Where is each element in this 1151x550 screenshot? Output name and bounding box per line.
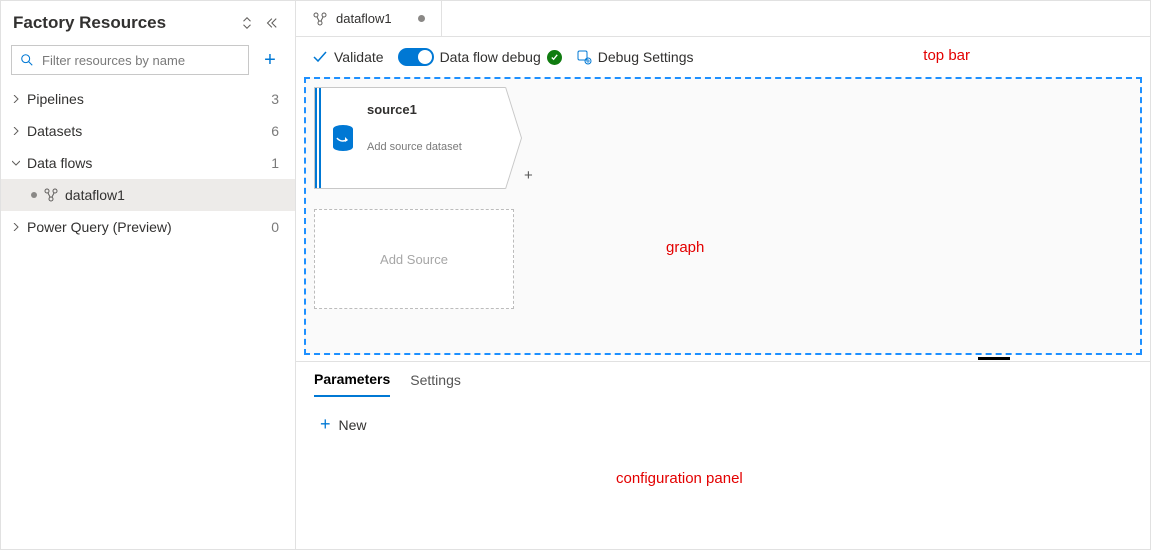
filter-box[interactable] — [11, 45, 249, 75]
new-label: New — [339, 417, 367, 433]
chevron-right-icon — [11, 222, 21, 232]
check-icon — [312, 49, 328, 65]
chevron-right-icon — [11, 94, 21, 104]
sidebar-header: Factory Resources — [1, 1, 295, 41]
dirty-dot-icon — [31, 192, 37, 198]
resource-tree: Pipelines 3 Datasets 6 Data flows 1 data… — [1, 83, 295, 243]
graph-region[interactable]: source1 Add source dataset + Add Source … — [304, 77, 1142, 355]
tree-section-powerquery[interactable]: Power Query (Preview) 0 — [1, 211, 295, 243]
editor-tab-dataflow1[interactable]: dataflow1 — [296, 1, 442, 36]
chevron-right-icon — [11, 126, 21, 136]
annotation-config-panel: configuration panel — [616, 470, 743, 487]
section-label: Datasets — [27, 123, 265, 139]
dataflow-icon — [312, 11, 328, 27]
section-count: 1 — [271, 155, 279, 171]
drag-grip-icon[interactable] — [315, 88, 323, 188]
config-tab-settings[interactable]: Settings — [410, 364, 461, 396]
tree-section-datasets[interactable]: Datasets 6 — [1, 115, 295, 147]
status-ok-icon — [547, 50, 562, 65]
dataflow-icon — [43, 187, 59, 203]
chevron-down-icon — [11, 158, 21, 168]
search-icon — [20, 53, 34, 67]
toolbar: Validate Data flow debug Debug Settings … — [296, 37, 1150, 77]
sort-icon[interactable] — [235, 11, 259, 35]
config-tab-label: Settings — [410, 372, 461, 388]
debug-settings-label: Debug Settings — [598, 49, 694, 65]
dirty-dot-icon — [418, 15, 425, 22]
tree-section-dataflows[interactable]: Data flows 1 — [1, 147, 295, 179]
canvas: source1 Add source dataset + Add Source … — [296, 77, 1150, 549]
database-icon — [323, 88, 363, 188]
main: dataflow1 Validate Data flow debug Debug… — [296, 1, 1150, 549]
validate-button[interactable]: Validate — [312, 49, 384, 65]
collapse-sidebar-icon[interactable] — [259, 11, 283, 35]
editor-tabbar: dataflow1 — [296, 1, 1150, 37]
toggle-on-icon — [398, 48, 434, 66]
debug-label: Data flow debug — [440, 49, 541, 65]
source-node[interactable]: source1 Add source dataset — [314, 87, 506, 189]
add-step-button[interactable]: + — [524, 167, 533, 184]
annotation-graph: graph — [666, 239, 704, 256]
filter-row: + — [1, 41, 295, 83]
node-arrow-icon — [505, 87, 521, 189]
add-source-placeholder[interactable]: Add Source — [314, 209, 514, 309]
plus-icon: + — [320, 414, 331, 435]
source-node-subtitle: Add source dataset — [367, 141, 497, 153]
config-tabs: Parameters Settings — [308, 362, 1138, 398]
configuration-panel: Parameters Settings + New configuration … — [296, 361, 1150, 549]
source-node-title: source1 — [367, 102, 497, 117]
tree-item-label: dataflow1 — [65, 187, 279, 203]
section-count: 3 — [271, 91, 279, 107]
section-label: Pipelines — [27, 91, 265, 107]
config-tab-label: Parameters — [314, 371, 390, 387]
dataflow-debug-toggle[interactable]: Data flow debug — [398, 48, 562, 66]
config-tab-parameters[interactable]: Parameters — [314, 363, 390, 397]
source-node-body: source1 Add source dataset — [363, 88, 505, 188]
section-label: Data flows — [27, 155, 265, 171]
tree-section-pipelines[interactable]: Pipelines 3 — [1, 83, 295, 115]
tab-label: dataflow1 — [336, 11, 392, 26]
add-source-label: Add Source — [380, 252, 448, 267]
filter-input[interactable] — [40, 52, 240, 69]
settings-icon — [576, 49, 592, 65]
annotation-top-bar: top bar — [923, 47, 970, 64]
validate-label: Validate — [334, 49, 384, 65]
sidebar: Factory Resources + Pipelines 3 — [1, 1, 296, 549]
tree-item-dataflow1[interactable]: dataflow1 — [1, 179, 295, 211]
new-parameter-button[interactable]: + New — [320, 414, 367, 435]
add-resource-button[interactable]: + — [255, 45, 285, 75]
sidebar-title: Factory Resources — [13, 13, 235, 33]
section-label: Power Query (Preview) — [27, 219, 265, 235]
debug-settings-button[interactable]: Debug Settings — [576, 49, 694, 65]
section-count: 0 — [271, 219, 279, 235]
section-count: 6 — [271, 123, 279, 139]
